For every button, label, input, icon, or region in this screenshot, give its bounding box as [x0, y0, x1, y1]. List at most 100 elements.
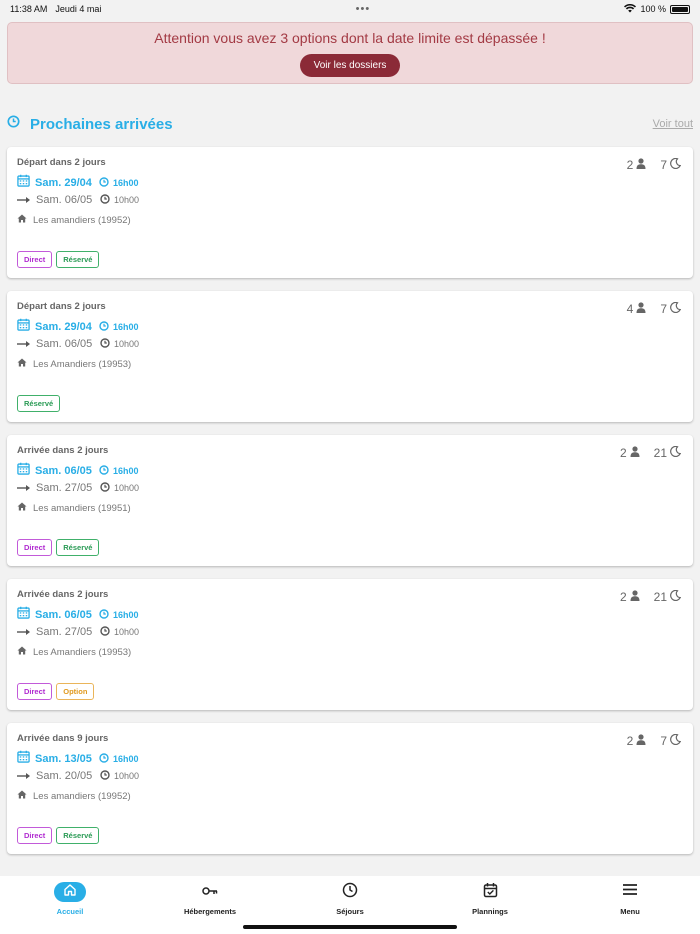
view-files-button[interactable]: Voir les dossiers	[299, 53, 401, 77]
status-tag: Réservé	[56, 251, 100, 268]
arrival-row: Sam. 06/05 16h00	[17, 606, 683, 623]
night-count: 21	[653, 590, 667, 604]
guest-count: 4	[626, 302, 634, 316]
start-time: 16h00	[113, 465, 139, 476]
status-tag: Direct	[17, 251, 53, 268]
arrow-right-icon	[17, 767, 31, 785]
status-tags: Direct Réservé	[17, 539, 100, 556]
lodging-row: Les Amandiers (19953)	[17, 645, 683, 659]
card-heading: Départ dans 2 jours	[17, 301, 106, 312]
start-time: 16h00	[113, 753, 139, 764]
end-date: Sam. 20/05	[36, 769, 93, 782]
status-date: Jeudi 4 mai	[55, 4, 102, 14]
home-icon	[17, 790, 27, 802]
tab-accueil[interactable]: Accueil	[10, 882, 130, 916]
status-tags: Direct Réservé	[17, 251, 100, 268]
end-date: Sam. 27/05	[36, 625, 93, 638]
tab-plannings[interactable]: Plannings	[430, 882, 550, 916]
arrow-right-icon	[17, 479, 31, 497]
tab-label-hebergements: Hébergements	[183, 907, 237, 916]
person-icon	[630, 590, 640, 604]
see-all-link[interactable]: Voir tout	[653, 118, 693, 130]
calendar-icon	[17, 606, 30, 624]
tab-hebergements[interactable]: Hébergements	[150, 882, 270, 916]
arrow-right-icon	[17, 191, 31, 209]
departure-row: Sam. 27/05 10h00	[17, 479, 683, 496]
guest-count: 2	[626, 158, 634, 172]
booking-card[interactable]: Arrivée dans 9 jours 2 7 Sam. 13/05 16h00 Sam…	[7, 723, 693, 854]
person-icon	[636, 302, 646, 316]
booking-card[interactable]: Arrivée dans 2 jours 2 21 Sam. 06/05 16h00 Sa…	[7, 579, 693, 710]
end-time: 10h00	[114, 338, 140, 349]
booking-card[interactable]: Arrivée dans 2 jours 2 21 Sam. 06/05 16h00 Sa…	[7, 435, 693, 566]
tab-label-plannings: Plannings	[472, 907, 508, 916]
person-icon	[636, 734, 646, 748]
start-date: Sam. 29/04	[35, 176, 92, 189]
moon-icon	[670, 301, 682, 316]
moon-icon	[670, 445, 682, 460]
bottom-tab-bar: Accueil Hébergements Séjours Plannings M…	[0, 876, 700, 934]
start-date: Sam. 06/05	[35, 608, 92, 621]
card-summary: 2 21	[620, 589, 682, 604]
calendar-icon	[17, 318, 30, 336]
clock-icon	[99, 174, 109, 192]
departure-row: Sam. 27/05 10h00	[17, 623, 683, 640]
card-summary: 27	[626, 157, 682, 172]
card-heading: Départ dans 2 jours	[17, 157, 106, 168]
card-heading: Arrivée dans 9 jours	[17, 733, 109, 744]
lodging-name: Les Amandiers (19953)	[33, 358, 132, 370]
alert-message: Attention vous avez 3 options dont la da…	[154, 29, 546, 46]
tab-sejours[interactable]: Séjours	[290, 882, 410, 916]
home-icon	[17, 646, 27, 658]
status-tag: Réservé	[56, 539, 100, 556]
lodging-name: Les amandiers (19952)	[33, 790, 131, 802]
calendar-icon	[17, 750, 30, 768]
guest-count: 2	[619, 446, 627, 460]
upcoming-arrivals-header: Prochaines arrivées Voir tout	[7, 114, 693, 134]
end-time: 10h00	[114, 626, 140, 637]
card-heading: Arrivée dans 2 jours	[17, 589, 109, 600]
tab-menu[interactable]: Menu	[570, 882, 690, 916]
section-title: Prochaines arrivées	[30, 115, 173, 133]
arrival-row: Sam. 29/04 16h00	[17, 318, 683, 335]
clock-icon	[100, 623, 110, 641]
moon-icon	[670, 733, 682, 748]
status-tags: Direct Option	[17, 683, 95, 700]
tab-label-menu: Menu	[620, 907, 640, 916]
card-summary: 2 21	[619, 445, 682, 460]
end-time: 10h00	[114, 482, 140, 493]
end-time: 10h00	[114, 770, 140, 781]
lodging-name: Les amandiers (19951)	[33, 502, 131, 514]
booking-card[interactable]: Départ dans 2 jours 4 7 Sam. 29/04 16h00 Sam.…	[7, 291, 693, 422]
start-time: 16h00	[113, 321, 139, 332]
clock-icon	[99, 606, 109, 624]
clock-icon	[99, 462, 109, 480]
person-icon	[630, 446, 640, 460]
night-count: 7	[660, 734, 667, 748]
key-icon	[202, 883, 218, 901]
start-time: 16h00	[113, 609, 139, 620]
home-icon	[63, 883, 77, 902]
clock-icon	[100, 479, 110, 497]
battery-percent: 100 %	[640, 4, 666, 14]
end-date: Sam. 06/05	[36, 193, 93, 206]
calendar-icon	[17, 174, 30, 192]
lodging-row: Les Amandiers (19953)	[17, 357, 683, 371]
end-date: Sam. 27/05	[36, 481, 93, 494]
multitasking-dots[interactable]: •••	[356, 3, 371, 15]
departure-row: Sam. 20/05 10h00	[17, 767, 683, 784]
booking-card[interactable]: Départ dans 2 jours 2 7 Sam. 29/04 16h00 Sam.…	[7, 147, 693, 278]
clock-icon	[100, 191, 110, 209]
arrow-right-icon	[17, 335, 31, 353]
tab-label-sejours: Séjours	[336, 907, 364, 916]
lodging-row: Les amandiers (19952)	[17, 213, 683, 227]
tab-label-accueil: Accueil	[56, 907, 84, 916]
lodging-name: Les amandiers (19952)	[33, 214, 131, 226]
home-icon	[17, 214, 27, 226]
home-icon	[17, 358, 27, 370]
overdue-options-alert: Attention vous avez 3 options dont la da…	[7, 22, 693, 84]
status-tag: Réservé	[17, 395, 61, 412]
lodging-row: Les amandiers (19952)	[17, 789, 683, 803]
arrow-right-icon	[17, 623, 31, 641]
departure-row: Sam. 06/05 10h00	[17, 335, 683, 352]
